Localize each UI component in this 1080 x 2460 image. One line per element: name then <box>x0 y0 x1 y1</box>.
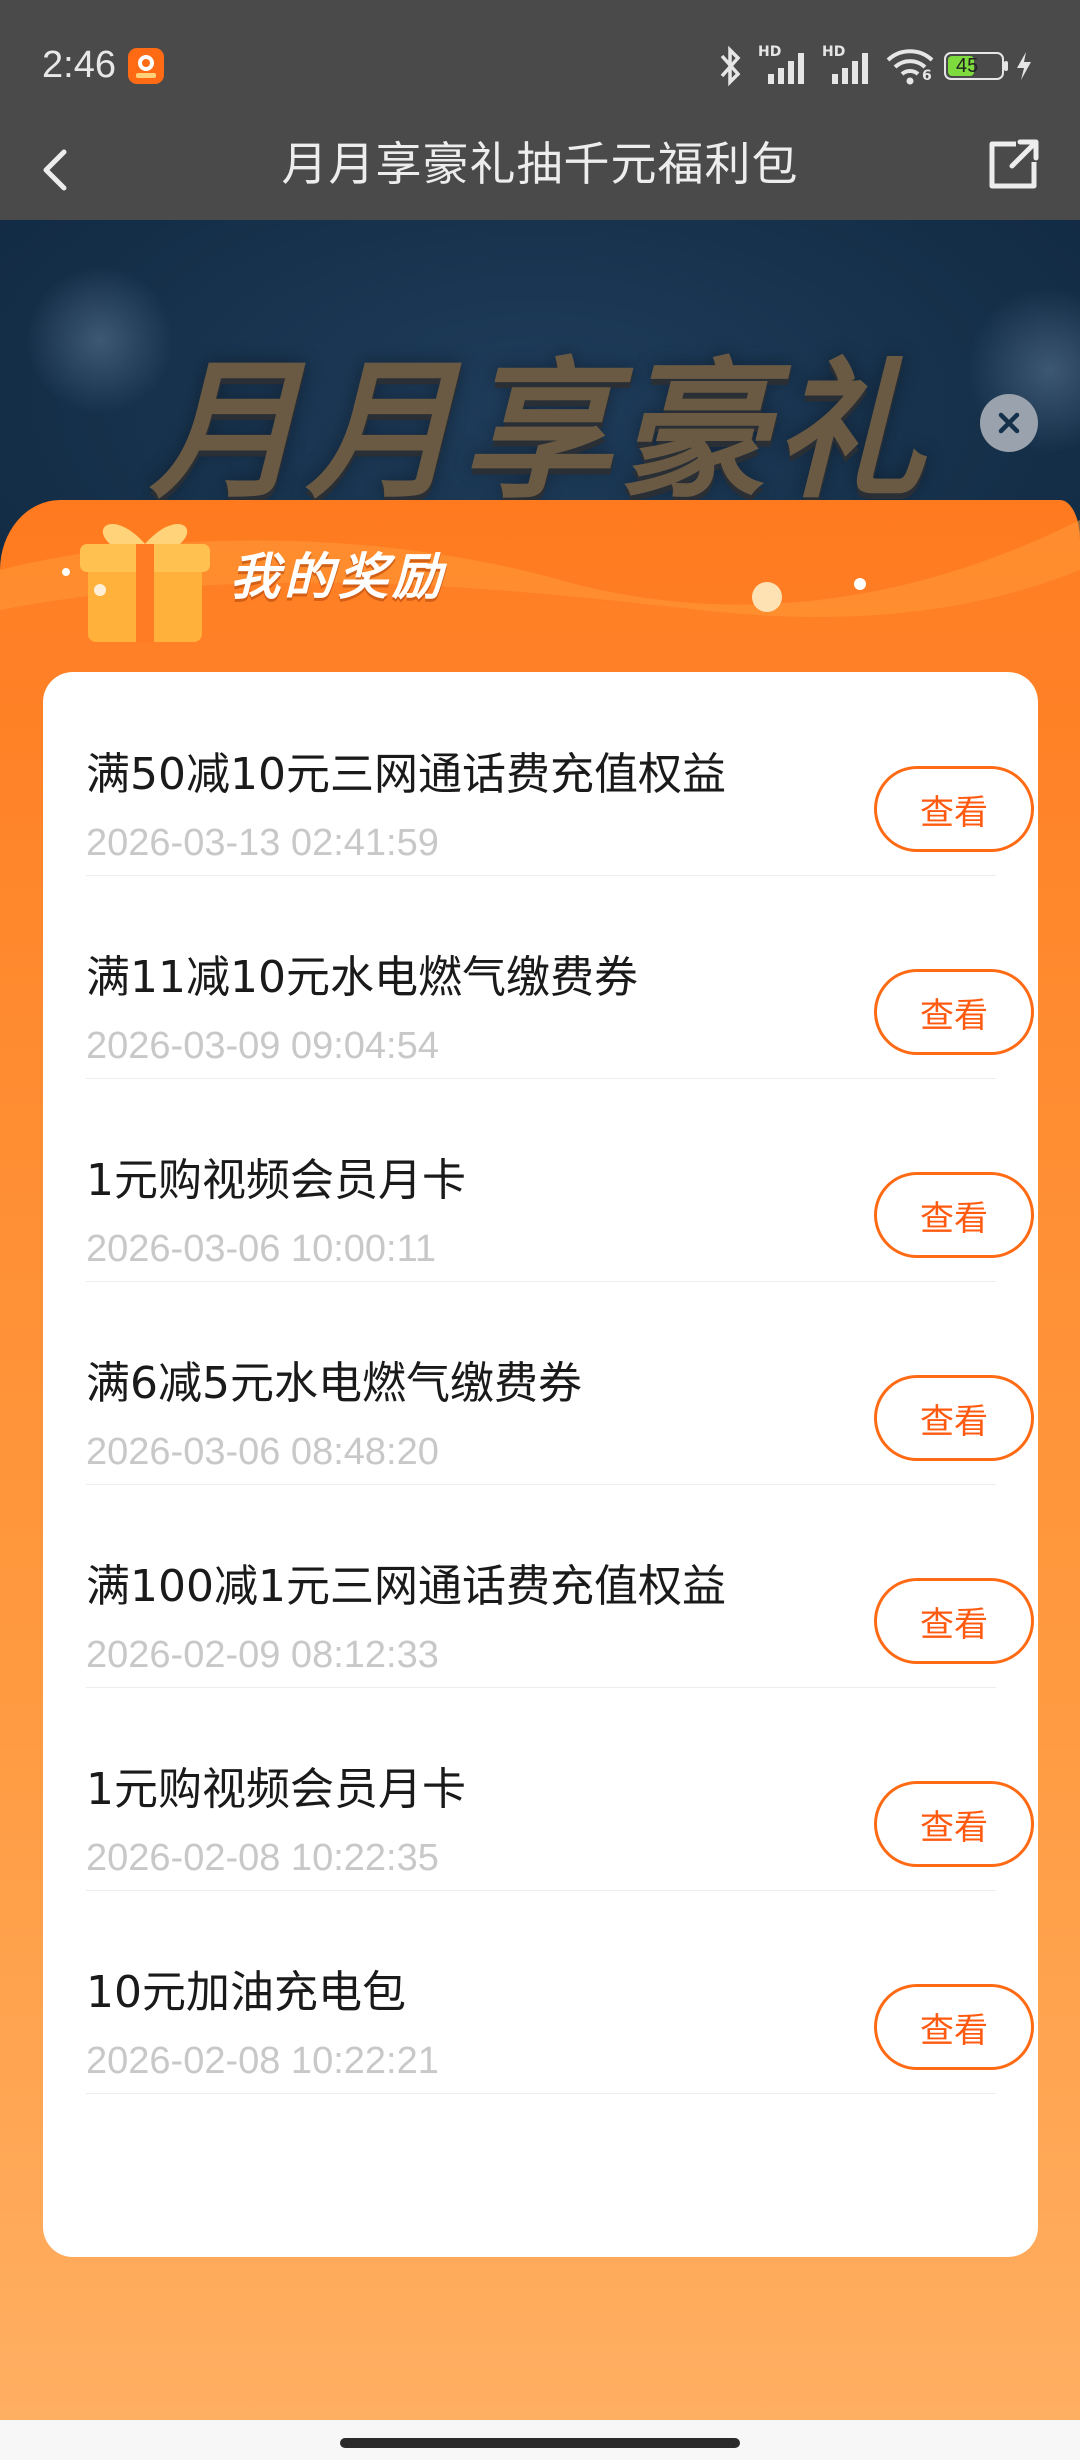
sparkle-decoration <box>62 568 70 576</box>
reward-title: 满11减10元水电燃气缴费券 <box>86 952 638 1003</box>
battery-icon: 45 <box>944 52 1004 80</box>
reward-row: 10元加油充电包 2026-02-08 10:22:21 查看 <box>86 1890 1034 2094</box>
reward-title: 满6减5元水电燃气缴费券 <box>86 1358 582 1409</box>
view-button[interactable]: 查看 <box>874 1984 1034 2070</box>
wifi-label: 6 <box>922 68 932 84</box>
page-title: 月月享豪礼抽千元福利包 <box>281 137 799 191</box>
reward-row: 1元购视频会员月卡 2026-03-06 10:00:11 查看 <box>86 1078 1034 1282</box>
view-button[interactable]: 查看 <box>874 969 1034 1055</box>
reward-row: 满50减10元三网通话费充值权益 2026-03-13 02:41:59 查看 <box>86 672 1034 876</box>
charging-icon <box>1014 50 1034 86</box>
reward-title: 10元加油充电包 <box>86 1967 406 2018</box>
reward-row: 满11减10元水电燃气缴费券 2026-03-09 09:04:54 查看 <box>86 875 1034 1079</box>
close-icon <box>998 412 1020 434</box>
reward-time: 2026-03-06 10:00:11 <box>86 1228 437 1270</box>
reward-row: 满100减1元三网通话费充值权益 2026-02-09 08:12:33 查看 <box>86 1484 1034 1688</box>
battery-level: 45 <box>956 55 979 77</box>
view-button[interactable]: 查看 <box>874 1172 1034 1258</box>
external-share-icon <box>989 139 1039 189</box>
hd-label-2: HD <box>822 44 846 60</box>
reward-title: 满100减1元三网通话费充值权益 <box>86 1561 726 1612</box>
app-notification-icon <box>128 48 164 84</box>
reward-time: 2026-03-09 09:04:54 <box>86 1025 439 1067</box>
nav-bar: 月月享豪礼抽千元福利包 <box>0 137 1080 220</box>
reward-title: 1元购视频会员月卡 <box>86 1155 466 1206</box>
reward-time: 2026-03-06 08:48:20 <box>86 1431 439 1473</box>
sparkle-decoration <box>854 578 866 590</box>
rewards-card: 满50减10元三网通话费充值权益 2026-03-13 02:41:59 查看 … <box>43 672 1038 2257</box>
sparkle-decoration <box>752 582 782 612</box>
close-button[interactable] <box>980 394 1038 452</box>
hd-label: HD <box>758 44 782 60</box>
view-button[interactable]: 查看 <box>874 766 1034 852</box>
gift-icon <box>70 500 220 650</box>
reward-title: 1元购视频会员月卡 <box>86 1764 466 1815</box>
reward-row: 1元购视频会员月卡 2026-02-08 10:22:35 查看 <box>86 1687 1034 1891</box>
reward-time: 2026-02-09 08:12:33 <box>86 1634 439 1676</box>
reward-title: 满50减10元三网通话费充值权益 <box>86 749 726 800</box>
reward-row: 满6减5元水电燃气缴费券 2026-03-06 08:48:20 查看 <box>86 1281 1034 1485</box>
share-button[interactable] <box>978 130 1048 200</box>
status-bar: 2:46 HD HD 6 45 <box>0 0 1080 138</box>
bluetooth-icon <box>716 44 744 92</box>
rewards-title: 我的奖励 <box>230 548 446 606</box>
view-button[interactable]: 查看 <box>874 1781 1034 1867</box>
home-indicator[interactable] <box>340 2438 740 2448</box>
view-button[interactable]: 查看 <box>874 1375 1034 1461</box>
reward-time: 2026-02-08 10:22:35 <box>86 1837 439 1879</box>
reward-time: 2026-03-13 02:41:59 <box>86 822 439 864</box>
status-time: 2:46 <box>42 44 116 86</box>
view-button[interactable]: 查看 <box>874 1578 1034 1664</box>
battery-tip <box>1004 61 1008 71</box>
banner-title: 月月享豪礼 <box>150 343 931 519</box>
reward-time: 2026-02-08 10:22:21 <box>86 2040 439 2082</box>
